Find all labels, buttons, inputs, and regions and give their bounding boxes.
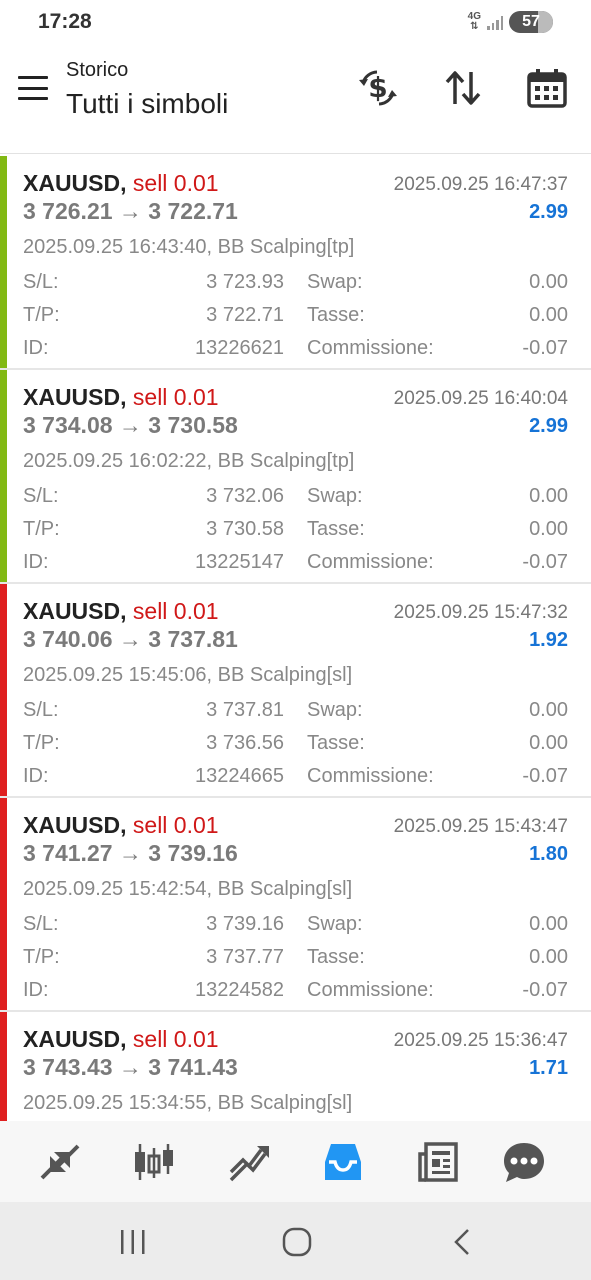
- deal-item[interactable]: XAUUSD, sell 0.01 2025.09.25 15:43:47 3 …: [0, 798, 591, 1012]
- deal-profit: 1.92: [529, 629, 568, 651]
- deal-open-info: 2025.09.25 15:42:54, BB Scalping[sl]: [23, 878, 353, 900]
- recent-apps-icon[interactable]: [113, 1222, 153, 1262]
- sort-icon[interactable]: [441, 66, 485, 110]
- deal-row-sl: S/L: 3 739.16 Swap: 0.00: [23, 913, 568, 935]
- battery-icon: 57: [509, 11, 553, 33]
- deal-prices: 3 743.43 → 3 741.43: [23, 1054, 238, 1080]
- deal-close-time: 2025.09.25 16:40:04: [393, 388, 568, 409]
- deal-row-tp: T/P: 3 736.56 Tasse: 0.00: [23, 732, 568, 754]
- deal-profit: 1.80: [529, 843, 568, 865]
- status-bar: 17:28 4G ⇅ 57: [0, 0, 591, 46]
- deal-symbol: XAUUSD, sell 0.01: [23, 812, 219, 838]
- deal-row-tp: T/P: 3 737.77 Tasse: 0.00: [23, 946, 568, 968]
- deal-profit: 2.99: [529, 415, 568, 437]
- deal-profit: 2.99: [529, 201, 568, 223]
- deal-symbol: XAUUSD, sell 0.01: [23, 170, 219, 196]
- result-bar: [0, 1012, 7, 1121]
- quotes-icon[interactable]: [36, 1139, 84, 1185]
- currency-exchange-icon[interactable]: $: [356, 66, 400, 110]
- deal-row-sl: S/L: 3 737.81 Swap: 0.00: [23, 699, 568, 721]
- deal-profit: 1.71: [529, 1057, 568, 1079]
- deal-symbol: XAUUSD, sell 0.01: [23, 384, 219, 410]
- deal-item[interactable]: XAUUSD, sell 0.01 2025.09.25 15:36:47 3 …: [0, 1012, 591, 1121]
- deal-symbol: XAUUSD, sell 0.01: [23, 1026, 219, 1052]
- deal-prices: 3 726.21 → 3 722.71: [23, 198, 238, 224]
- result-bar: [0, 156, 7, 368]
- deal-row-id: ID: 13224582 Commissione: -0.07: [23, 979, 568, 1001]
- deal-item[interactable]: XAUUSD, sell 0.01 2025.09.25 16:40:04 3 …: [0, 370, 591, 584]
- deal-close-time: 2025.09.25 15:47:32: [393, 602, 568, 623]
- deal-open-info: 2025.09.25 15:45:06, BB Scalping[sl]: [23, 664, 353, 686]
- header-subtitle: Storico: [66, 59, 129, 81]
- signal-icon: [487, 14, 503, 30]
- deal-row-sl: S/L: 3 723.93 Swap: 0.00: [23, 271, 568, 293]
- deals-list[interactable]: XAUUSD, sell 0.01 2025.09.25 16:47:37 3 …: [0, 156, 591, 1121]
- deal-row-id: ID: 13225147 Commissione: -0.07: [23, 551, 568, 573]
- trade-icon[interactable]: [225, 1139, 273, 1185]
- deal-open-info: 2025.09.25 15:34:55, BB Scalping[sl]: [23, 1092, 353, 1114]
- menu-icon[interactable]: [18, 76, 48, 100]
- result-bar: [0, 798, 7, 1010]
- history-icon[interactable]: [319, 1139, 367, 1185]
- status-indicators: 4G ⇅ 57: [468, 11, 553, 33]
- deal-item[interactable]: XAUUSD, sell 0.01 2025.09.25 15:47:32 3 …: [0, 584, 591, 798]
- deal-open-info: 2025.09.25 16:02:22, BB Scalping[tp]: [23, 450, 355, 472]
- deal-prices: 3 734.08 → 3 730.58: [23, 412, 238, 438]
- header-title[interactable]: Tutti i simboli: [66, 88, 228, 120]
- result-bar: [0, 370, 7, 582]
- app-header: Storico Tutti i simboli $: [0, 46, 591, 154]
- home-icon[interactable]: [277, 1222, 317, 1262]
- deal-row-id: ID: 13226621 Commissione: -0.07: [23, 337, 568, 359]
- deal-prices: 3 741.27 → 3 739.16: [23, 840, 238, 866]
- news-icon[interactable]: [414, 1139, 462, 1185]
- deal-row-sl: S/L: 3 732.06 Swap: 0.00: [23, 485, 568, 507]
- deal-row-id: ID: 13224665 Commissione: -0.07: [23, 765, 568, 787]
- chart-icon[interactable]: [130, 1139, 178, 1185]
- back-icon[interactable]: [443, 1222, 483, 1262]
- deal-open-info: 2025.09.25 16:43:40, BB Scalping[tp]: [23, 236, 355, 258]
- network-icon: 4G ⇅: [467, 11, 481, 32]
- calendar-icon[interactable]: [525, 66, 569, 110]
- deal-item[interactable]: XAUUSD, sell 0.01 2025.09.25 16:47:37 3 …: [0, 156, 591, 370]
- system-nav: [0, 1202, 591, 1280]
- deal-row-tp: T/P: 3 730.58 Tasse: 0.00: [23, 518, 568, 540]
- deal-close-time: 2025.09.25 15:36:47: [393, 1030, 568, 1051]
- bottom-nav: [0, 1121, 591, 1202]
- deal-prices: 3 740.06 → 3 737.81: [23, 626, 238, 652]
- status-time: 17:28: [38, 10, 92, 33]
- svg-text:$: $: [368, 71, 387, 104]
- chat-icon[interactable]: [500, 1139, 548, 1185]
- deal-close-time: 2025.09.25 16:47:37: [393, 174, 568, 195]
- result-bar: [0, 584, 7, 796]
- deal-close-time: 2025.09.25 15:43:47: [393, 816, 568, 837]
- deal-row-tp: T/P: 3 722.71 Tasse: 0.00: [23, 304, 568, 326]
- deal-symbol: XAUUSD, sell 0.01: [23, 598, 219, 624]
